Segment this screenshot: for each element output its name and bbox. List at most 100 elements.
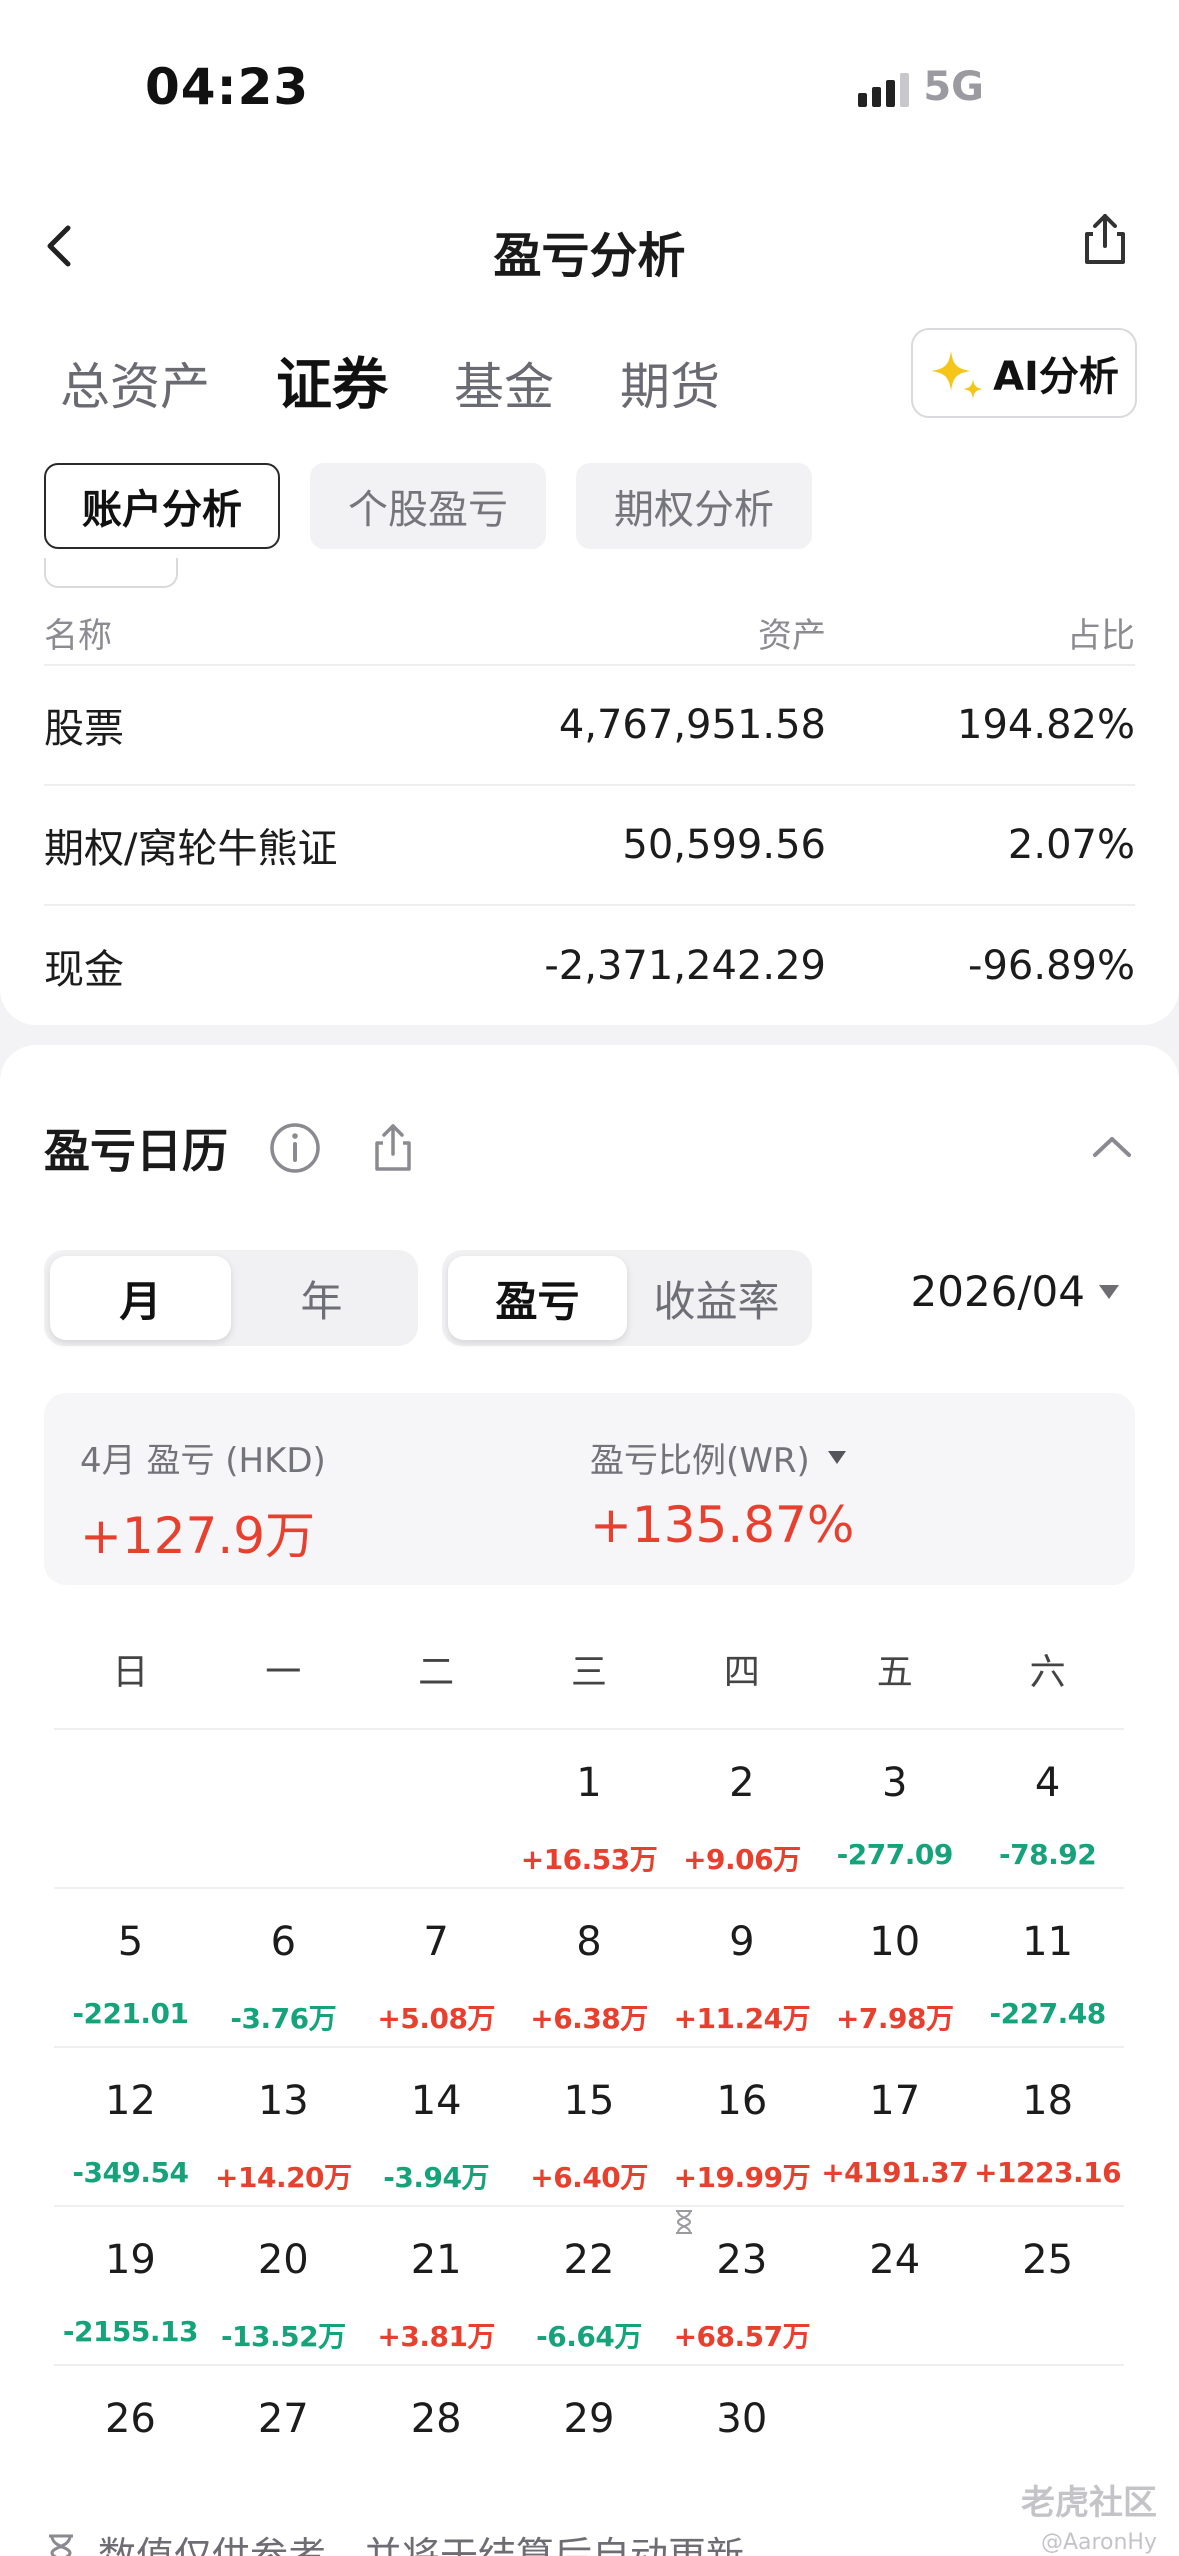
tab-futures[interactable]: 期货 [620, 347, 720, 419]
asset-name: 期权/窝轮牛熊证 [44, 826, 338, 872]
calendar-day[interactable]: 11 -227.48 [971, 1889, 1124, 2046]
calendar-day[interactable]: 28 [360, 2366, 513, 2525]
calendar-day[interactable]: 5 -221.01 [54, 1889, 207, 2046]
tab-total-assets[interactable]: 总资产 [60, 347, 210, 419]
dropdown-caret-icon [1099, 1284, 1119, 1299]
day-number: 7 [423, 1919, 449, 1965]
day-number: 4 [1034, 1760, 1061, 1806]
calendar-day[interactable]: 13 +14.20万 [207, 2048, 360, 2205]
toggle-month[interactable]: 月 [50, 1256, 231, 1340]
asset-name: 现金 [44, 947, 124, 993]
table-row: 期权/窝轮牛熊证 50,599.56 2.07% [44, 786, 1135, 906]
day-pl-value: +9.06万 [683, 1843, 801, 1876]
dropdown-caret-icon [827, 1451, 846, 1464]
calendar-day[interactable]: 10 +7.98万 [818, 1889, 971, 2046]
day-number: 18 [1022, 2078, 1074, 2124]
watermark-brand: 老虎社区 [1021, 2483, 1157, 2523]
share-icon[interactable] [1075, 210, 1135, 270]
weekday-header: 日 一 二 三 四 五 六 [54, 1610, 1124, 1730]
account-analysis-card: 04:23 5G 盈亏分析 总资产 证券 基金 期货 AI分析 账户分析 个股盈… [0, 0, 1179, 1025]
day-pl-value: -3.94万 [383, 2161, 489, 2194]
status-indicators: 5G [858, 64, 984, 110]
cellular-signal-icon [858, 67, 910, 107]
calendar-week: 5 -221.01 6 -3.76万 7 +5.08万 8 +6.38万 9 +11.24万 10 +… [54, 1889, 1124, 2048]
weekday-label: 三 [571, 1652, 608, 1693]
sub-tabs: 账户分析 个股盈亏 期权分析 [44, 463, 812, 549]
day-number: 25 [1022, 2237, 1074, 2283]
calendar-day[interactable]: 26 [54, 2366, 207, 2525]
calendar-day[interactable]: 14 -3.94万 [360, 2048, 513, 2205]
calendar-day[interactable]: 3 -277.09 [818, 1730, 971, 1887]
day-number: 1 [576, 1760, 602, 1806]
calendar-day[interactable]: 25 [971, 2207, 1124, 2364]
calendar-week: 12 -349.54 13 +14.20万 14 -3.94万 15 +6.40万 16 +19.… [54, 2048, 1124, 2207]
header-name: 名称 [44, 615, 112, 656]
subtab-options-analysis[interactable]: 期权分析 [576, 463, 812, 549]
calendar-day[interactable]: 29 [513, 2366, 666, 2525]
day-pl-value: +7.98万 [835, 2002, 954, 2035]
calendar-day[interactable]: 7 +5.08万 [360, 1889, 513, 2046]
calendar-empty-cell [818, 2366, 971, 2525]
footer-note-text: 数值仅供参考，并将于结算后自动更新 [98, 2534, 745, 2556]
calendar-day[interactable]: 9 +11.24万 [665, 1889, 818, 2046]
chevron-up-icon[interactable] [1089, 1127, 1135, 1167]
tab-funds[interactable]: 基金 [454, 347, 554, 419]
toggle-return-rate[interactable]: 收益率 [627, 1256, 806, 1340]
calendar-day[interactable]: 2 +9.06万 [665, 1730, 818, 1887]
hourglass-icon [49, 2534, 73, 2556]
day-number: 21 [410, 2237, 462, 2283]
share-icon[interactable] [366, 1121, 420, 1175]
calendar-day[interactable]: 21 +3.81万 [360, 2207, 513, 2364]
asset-value: 50,599.56 [622, 822, 826, 868]
day-number: 12 [104, 2078, 156, 2124]
calendar-day[interactable]: 24 [818, 2207, 971, 2364]
day-pl-value: +4191.37 [821, 2156, 969, 2189]
calendar-day[interactable]: 23 +68.57万 [665, 2207, 818, 2364]
calendar-day[interactable]: 27 [207, 2366, 360, 2525]
day-pl-value: +5.08万 [377, 2002, 495, 2035]
ai-analysis-button[interactable]: AI分析 [911, 328, 1137, 418]
status-time: 04:23 [145, 58, 310, 116]
calendar-day[interactable]: 20 -13.52万 [207, 2207, 360, 2364]
calendar-day[interactable]: 6 -3.76万 [207, 1889, 360, 2046]
day-number: 29 [563, 2396, 615, 2442]
day-number: 28 [410, 2396, 462, 2442]
calendar-week: 1 +16.53万 2 +9.06万 3 -277.09 4 -78.92 [54, 1730, 1124, 1889]
day-pl-value: +11.24万 [673, 2002, 811, 2035]
calendar-day[interactable]: 30 [665, 2366, 818, 2525]
subtab-stock-pl[interactable]: 个股盈亏 [310, 463, 546, 549]
table-row: 现金 -2,371,242.29 -96.89% [44, 906, 1135, 1026]
tab-securities[interactable]: 证券 [276, 340, 388, 421]
asset-pct: 2.07% [1007, 822, 1135, 868]
calendar-grid: 日 一 二 三 四 五 六 1 +16.53万 2 +9.06万 3 -277.09 4 -7… [54, 1610, 1124, 2525]
pl-ratio-selector[interactable]: 盈亏比例(WR) [590, 1433, 854, 1482]
day-number: 10 [869, 1919, 921, 1965]
day-pl-value: -3.76万 [230, 2002, 337, 2035]
calendar-day[interactable]: 16 +19.99万 [665, 2048, 818, 2205]
calendar-day[interactable]: 8 +6.38万 [513, 1889, 666, 2046]
subtab-account-analysis[interactable]: 账户分析 [44, 463, 280, 549]
calendar-day[interactable]: 19 -2155.13 [54, 2207, 207, 2364]
ai-analysis-label: AI分析 [993, 354, 1119, 400]
day-pl-value: -2155.13 [62, 2315, 199, 2348]
calendar-day[interactable]: 4 -78.92 [971, 1730, 1124, 1887]
calendar-day[interactable]: 15 +6.40万 [513, 2048, 666, 2205]
day-number: 11 [1022, 1919, 1074, 1965]
info-icon[interactable] [268, 1121, 322, 1175]
toggle-year[interactable]: 年 [231, 1256, 412, 1340]
day-pl-value: -221.01 [72, 1997, 189, 2030]
calendar-day[interactable]: 18 +1223.16 [971, 2048, 1124, 2205]
calendar-day[interactable]: 17 +4191.37 [818, 2048, 971, 2205]
day-number: 26 [104, 2396, 156, 2442]
day-number: 3 [882, 1760, 908, 1806]
toggle-pl[interactable]: 盈亏 [448, 1256, 627, 1340]
day-number: 23 [716, 2237, 768, 2283]
calendar-empty-cell [207, 1730, 360, 1887]
calendar-day[interactable]: 22 -6.64万 [513, 2207, 666, 2364]
calendar-day[interactable]: 1 +16.53万 [513, 1730, 666, 1887]
scrolled-content-edge [44, 558, 178, 588]
day-number: 30 [716, 2396, 768, 2442]
month-picker-value: 2026/04 [910, 1267, 1085, 1316]
calendar-day[interactable]: 12 -349.54 [54, 2048, 207, 2205]
month-picker[interactable]: 2026/04 [911, 1267, 1119, 1316]
